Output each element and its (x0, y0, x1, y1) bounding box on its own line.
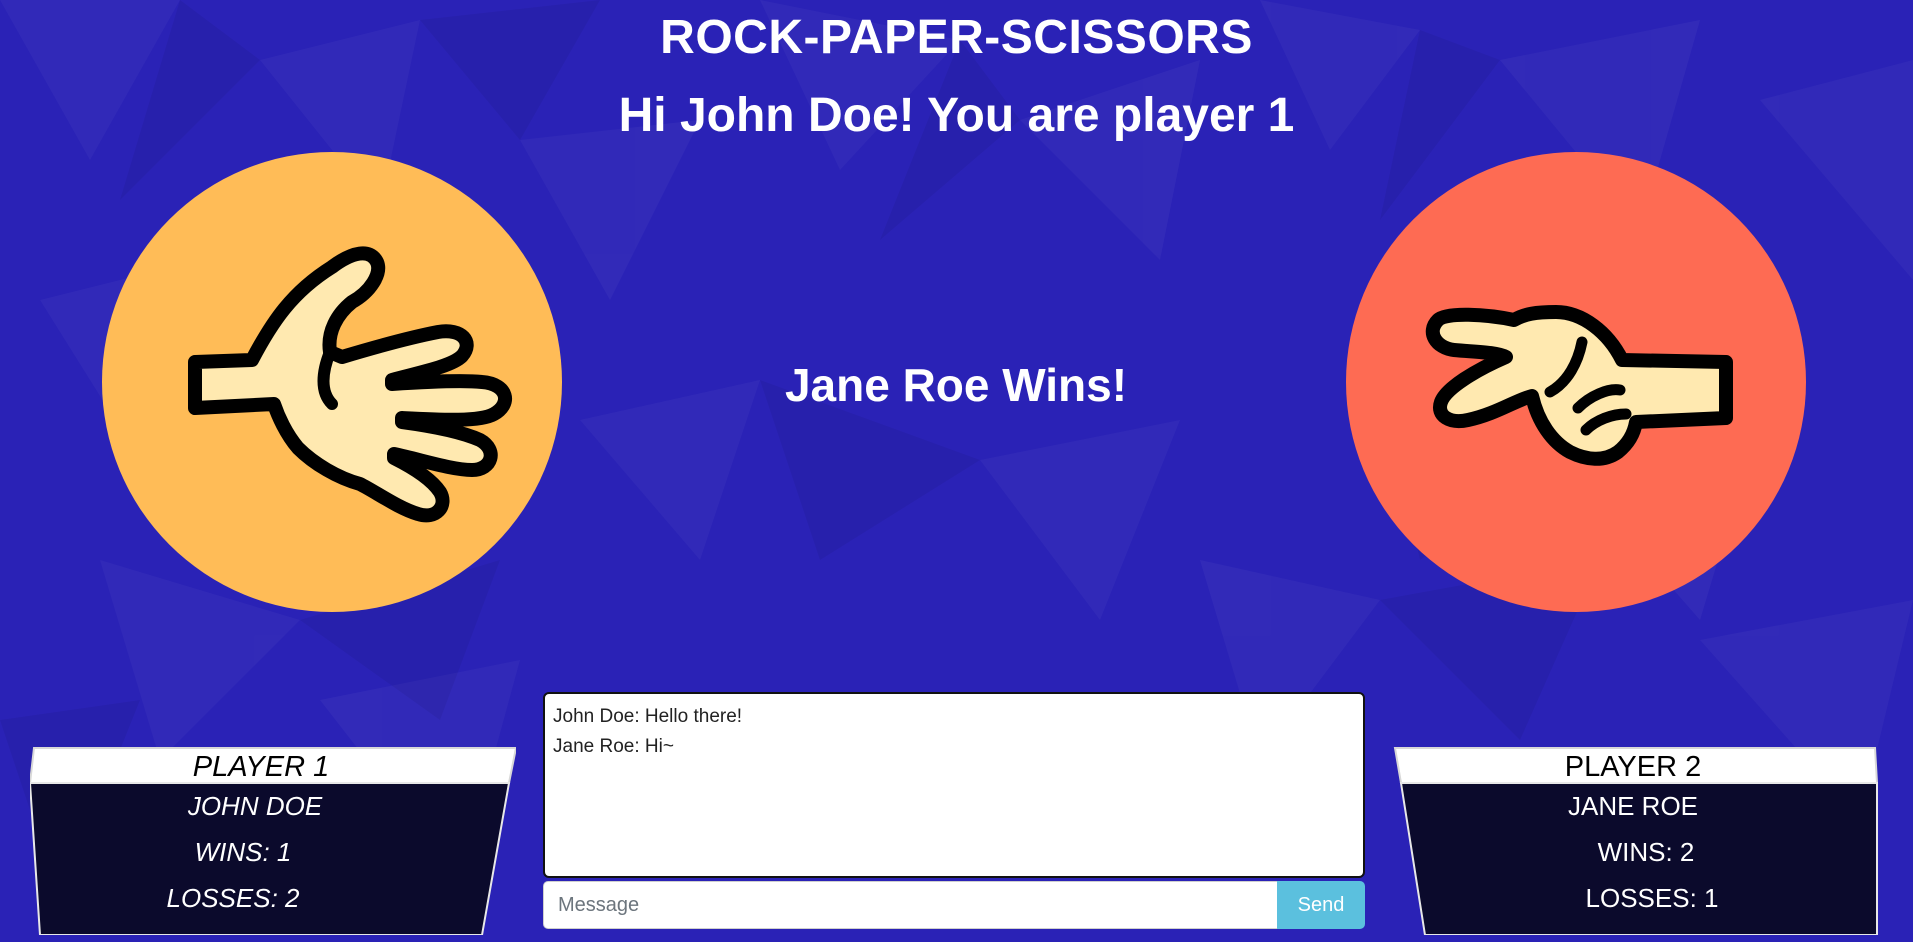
player1-name: JOHN DOE (187, 791, 323, 821)
player1-wins: WINS: 1 (194, 837, 292, 867)
scissors-hand-icon (1425, 305, 1733, 466)
player2-losses: LOSSES: 1 (1585, 883, 1719, 913)
player2-heading: PLAYER 2 (1564, 751, 1702, 783)
chat-log[interactable]: John Doe: Hello there! Jane Roe: Hi~ (543, 692, 1365, 878)
player1-panel: PLAYER 1 JOHN DOE WINS: 1 LOSSES: 2 (30, 747, 516, 935)
send-button[interactable]: Send (1277, 881, 1365, 929)
game-title: ROCK-PAPER-SCISSORS (660, 11, 1253, 64)
player2-choice-display (1346, 152, 1806, 612)
chat-message: John Doe: Hello there! (553, 706, 743, 727)
player2-name: JANE ROE (1567, 791, 1699, 821)
chat-message-input[interactable] (543, 881, 1277, 929)
round-result: Jane Roe Wins! (784, 359, 1128, 411)
player2-panel: PLAYER 2 JANE ROE WINS: 2 LOSSES: 1 (1393, 747, 1879, 935)
chat-input-row: Send (543, 881, 1365, 929)
player-greeting: Hi John Doe! You are player 1 (618, 89, 1295, 142)
player2-wins: WINS: 2 (1597, 837, 1695, 867)
paper-hand-icon (188, 246, 512, 523)
player1-losses: LOSSES: 2 (166, 883, 300, 913)
player1-choice-button[interactable] (102, 152, 562, 612)
player1-heading: PLAYER 1 (192, 751, 330, 783)
chat-message: Jane Roe: Hi~ (553, 736, 674, 757)
